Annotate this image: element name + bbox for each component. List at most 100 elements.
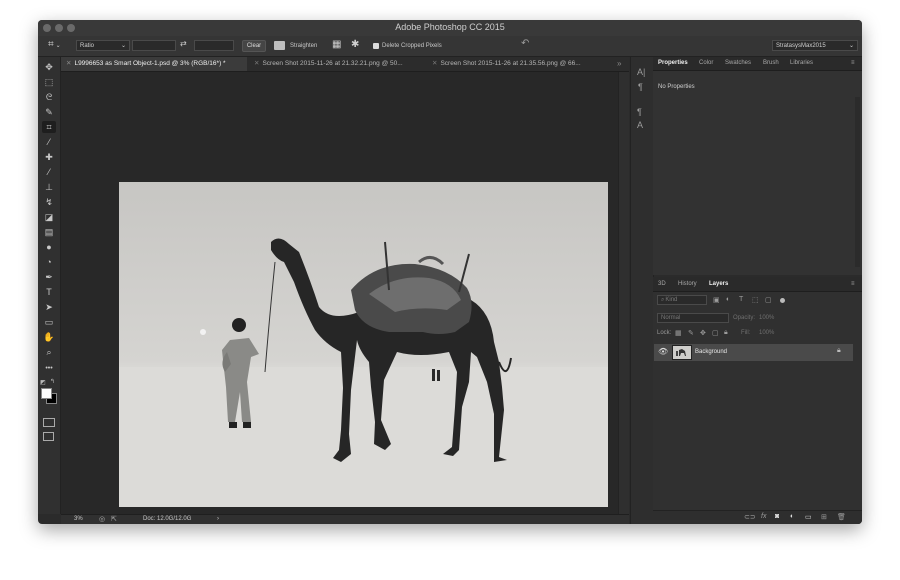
gradient-icon[interactable]: ▤: [42, 226, 56, 238]
move-icon[interactable]: ✥: [42, 61, 56, 73]
crop-height-input[interactable]: [194, 40, 234, 51]
layers-panel: 3D History Layers ≡ ⌕Kind ▣ ◐ T ⬚ ▢ Norm…: [653, 277, 862, 524]
overlay-grid-icon[interactable]: ▦: [332, 39, 341, 50]
blur-icon[interactable]: ●: [42, 241, 56, 253]
paragraph-panel-icon[interactable]: ¶: [638, 82, 643, 92]
path-select-icon[interactable]: ➤: [42, 301, 56, 313]
eraser-icon[interactable]: ◪: [42, 211, 56, 223]
layer-filter-select[interactable]: ⌕Kind: [657, 295, 707, 305]
tab-close-icon[interactable]: ✕: [432, 60, 437, 67]
share-icon[interactable]: ⇱: [111, 515, 117, 523]
filter-smart-object-icon[interactable]: ▢: [765, 296, 772, 304]
screen-mode-icon[interactable]: [43, 432, 54, 441]
document-tab-label: Screen Shot 2015-11-26 at 21.32.21.png @…: [262, 60, 403, 67]
trash-icon[interactable]: 🗑︎: [837, 513, 846, 521]
layer-filter-value: Kind: [665, 297, 678, 303]
shape-icon[interactable]: ▭: [42, 316, 56, 328]
group-icon[interactable]: ▭: [805, 513, 812, 521]
quick-mask-icon[interactable]: [43, 418, 55, 427]
tabs-overflow-icon[interactable]: »: [617, 57, 621, 71]
straighten-icon[interactable]: [274, 41, 285, 50]
lock-pixels-icon[interactable]: ✎: [688, 329, 694, 337]
crop-icon[interactable]: ⌗: [42, 121, 56, 133]
tab-brush[interactable]: Brush: [763, 57, 779, 70]
fill-value[interactable]: 100%: [759, 330, 774, 336]
document-tab[interactable]: ✕ L9996653 as Smart Object-1.psd @ 3% (RG…: [61, 57, 247, 71]
healing-icon[interactable]: ✚: [42, 151, 56, 163]
new-layer-icon[interactable]: ⊞: [821, 513, 827, 521]
character-panel-icon[interactable]: A|: [637, 67, 645, 77]
foreground-color-swatch[interactable]: [41, 388, 52, 399]
quick-select-icon[interactable]: ✎: [42, 106, 56, 118]
zoom-level[interactable]: 3%: [74, 516, 83, 522]
lock-transparency-icon[interactable]: ▦: [675, 329, 682, 337]
dodge-icon[interactable]: ◔: [42, 256, 56, 268]
link-icon[interactable]: ⊂⊃: [744, 513, 756, 521]
timeline-icon[interactable]: ◎: [99, 515, 105, 523]
crop-tool-preset-icon[interactable]: ⌗ ⌄: [48, 39, 61, 50]
hand-icon[interactable]: ✋: [42, 331, 56, 343]
tab-properties[interactable]: Properties: [658, 57, 688, 70]
settings-gear-icon[interactable]: ✱: [351, 39, 359, 50]
delete-cropped-label: Delete Cropped Pixels: [382, 43, 442, 49]
default-colors-icon[interactable]: ◩: [40, 379, 46, 386]
tab-3d[interactable]: 3D: [658, 277, 666, 290]
tab-libraries[interactable]: Libraries: [790, 57, 813, 70]
adjustment-icon[interactable]: ◐: [790, 513, 794, 520]
canvas-area[interactable]: [61, 72, 618, 514]
stamp-icon[interactable]: ⊥: [42, 181, 56, 193]
clear-button[interactable]: Clear: [242, 40, 266, 52]
document-tab[interactable]: ✕ Screen Shot 2015-11-26 at 21.35.56.png …: [427, 57, 607, 71]
blend-mode-select[interactable]: Normal: [657, 313, 729, 323]
crop-width-input[interactable]: [132, 40, 176, 51]
lock-artboard-icon[interactable]: ▢: [712, 329, 719, 337]
filter-toggle-icon[interactable]: [780, 298, 785, 303]
zoom-icon[interactable]: ⌕: [42, 346, 56, 358]
document-tab[interactable]: ✕ Screen Shot 2015-11-26 at 21.32.21.png …: [249, 57, 425, 71]
pen-icon[interactable]: ✒: [42, 271, 56, 283]
visibility-eye-icon[interactable]: 👁︎: [658, 347, 668, 356]
straighten-label[interactable]: Straighten: [290, 43, 317, 49]
mask-icon[interactable]: ◙: [775, 513, 779, 520]
brush-icon[interactable]: ⁄: [42, 166, 56, 178]
filter-adjustment-icon[interactable]: ◐: [726, 296, 730, 303]
properties-scrollbar[interactable]: [855, 97, 860, 267]
ratio-select[interactable]: Ratio ⌄: [76, 40, 130, 51]
tab-layers[interactable]: Layers: [709, 277, 728, 290]
fx-icon[interactable]: fx: [761, 513, 766, 520]
lock-all-icon[interactable]: 🔒︎: [724, 329, 728, 337]
filter-pixel-icon[interactable]: ▣: [713, 296, 720, 304]
marquee-icon[interactable]: ⬚: [42, 76, 56, 88]
tab-color[interactable]: Color: [699, 57, 713, 70]
tab-history[interactable]: History: [678, 277, 697, 290]
layer-lock-icon: 🔒︎: [837, 347, 841, 354]
panel-menu-icon[interactable]: ≡: [851, 57, 855, 70]
layer-row[interactable]: 👁︎ Background 🔒︎: [654, 344, 853, 361]
panel-menu-icon[interactable]: ≡: [851, 277, 855, 290]
filter-type-icon[interactable]: T: [739, 296, 743, 303]
layer-name[interactable]: Background: [695, 349, 727, 355]
paragraph-styles-icon[interactable]: ¶: [637, 107, 642, 117]
swap-colors-icon[interactable]: ↰: [50, 378, 55, 385]
swap-dimensions-icon[interactable]: ⇄: [180, 39, 187, 48]
filter-shape-icon[interactable]: ⬚: [752, 296, 759, 304]
type-icon[interactable]: T: [42, 286, 56, 298]
workspace-select[interactable]: StratasysMax2015 ⌄: [772, 40, 858, 51]
eyedropper-icon[interactable]: ⁄: [42, 136, 56, 148]
tab-swatches[interactable]: Swatches: [725, 57, 751, 70]
lasso-icon[interactable]: ᘓ: [42, 91, 56, 103]
document-tab-label: L9996653 as Smart Object-1.psd @ 3% (RGB…: [74, 60, 226, 67]
properties-content: No Properties: [658, 84, 695, 90]
canvas-vertical-scrollbar[interactable]: [618, 72, 629, 514]
document-image[interactable]: [119, 182, 608, 507]
tab-close-icon[interactable]: ✕: [66, 60, 71, 67]
status-menu-arrow[interactable]: ›: [217, 516, 219, 522]
character-styles-icon[interactable]: A: [637, 120, 643, 130]
history-brush-icon[interactable]: ↯: [42, 196, 56, 208]
delete-cropped-checkbox[interactable]: [373, 43, 379, 49]
more-tools-icon[interactable]: •••: [42, 363, 56, 375]
tab-close-icon[interactable]: ✕: [254, 60, 259, 67]
reset-crop-icon[interactable]: ↶: [521, 38, 529, 49]
opacity-value[interactable]: 100%: [759, 315, 774, 321]
lock-position-icon[interactable]: ✥: [700, 329, 706, 337]
